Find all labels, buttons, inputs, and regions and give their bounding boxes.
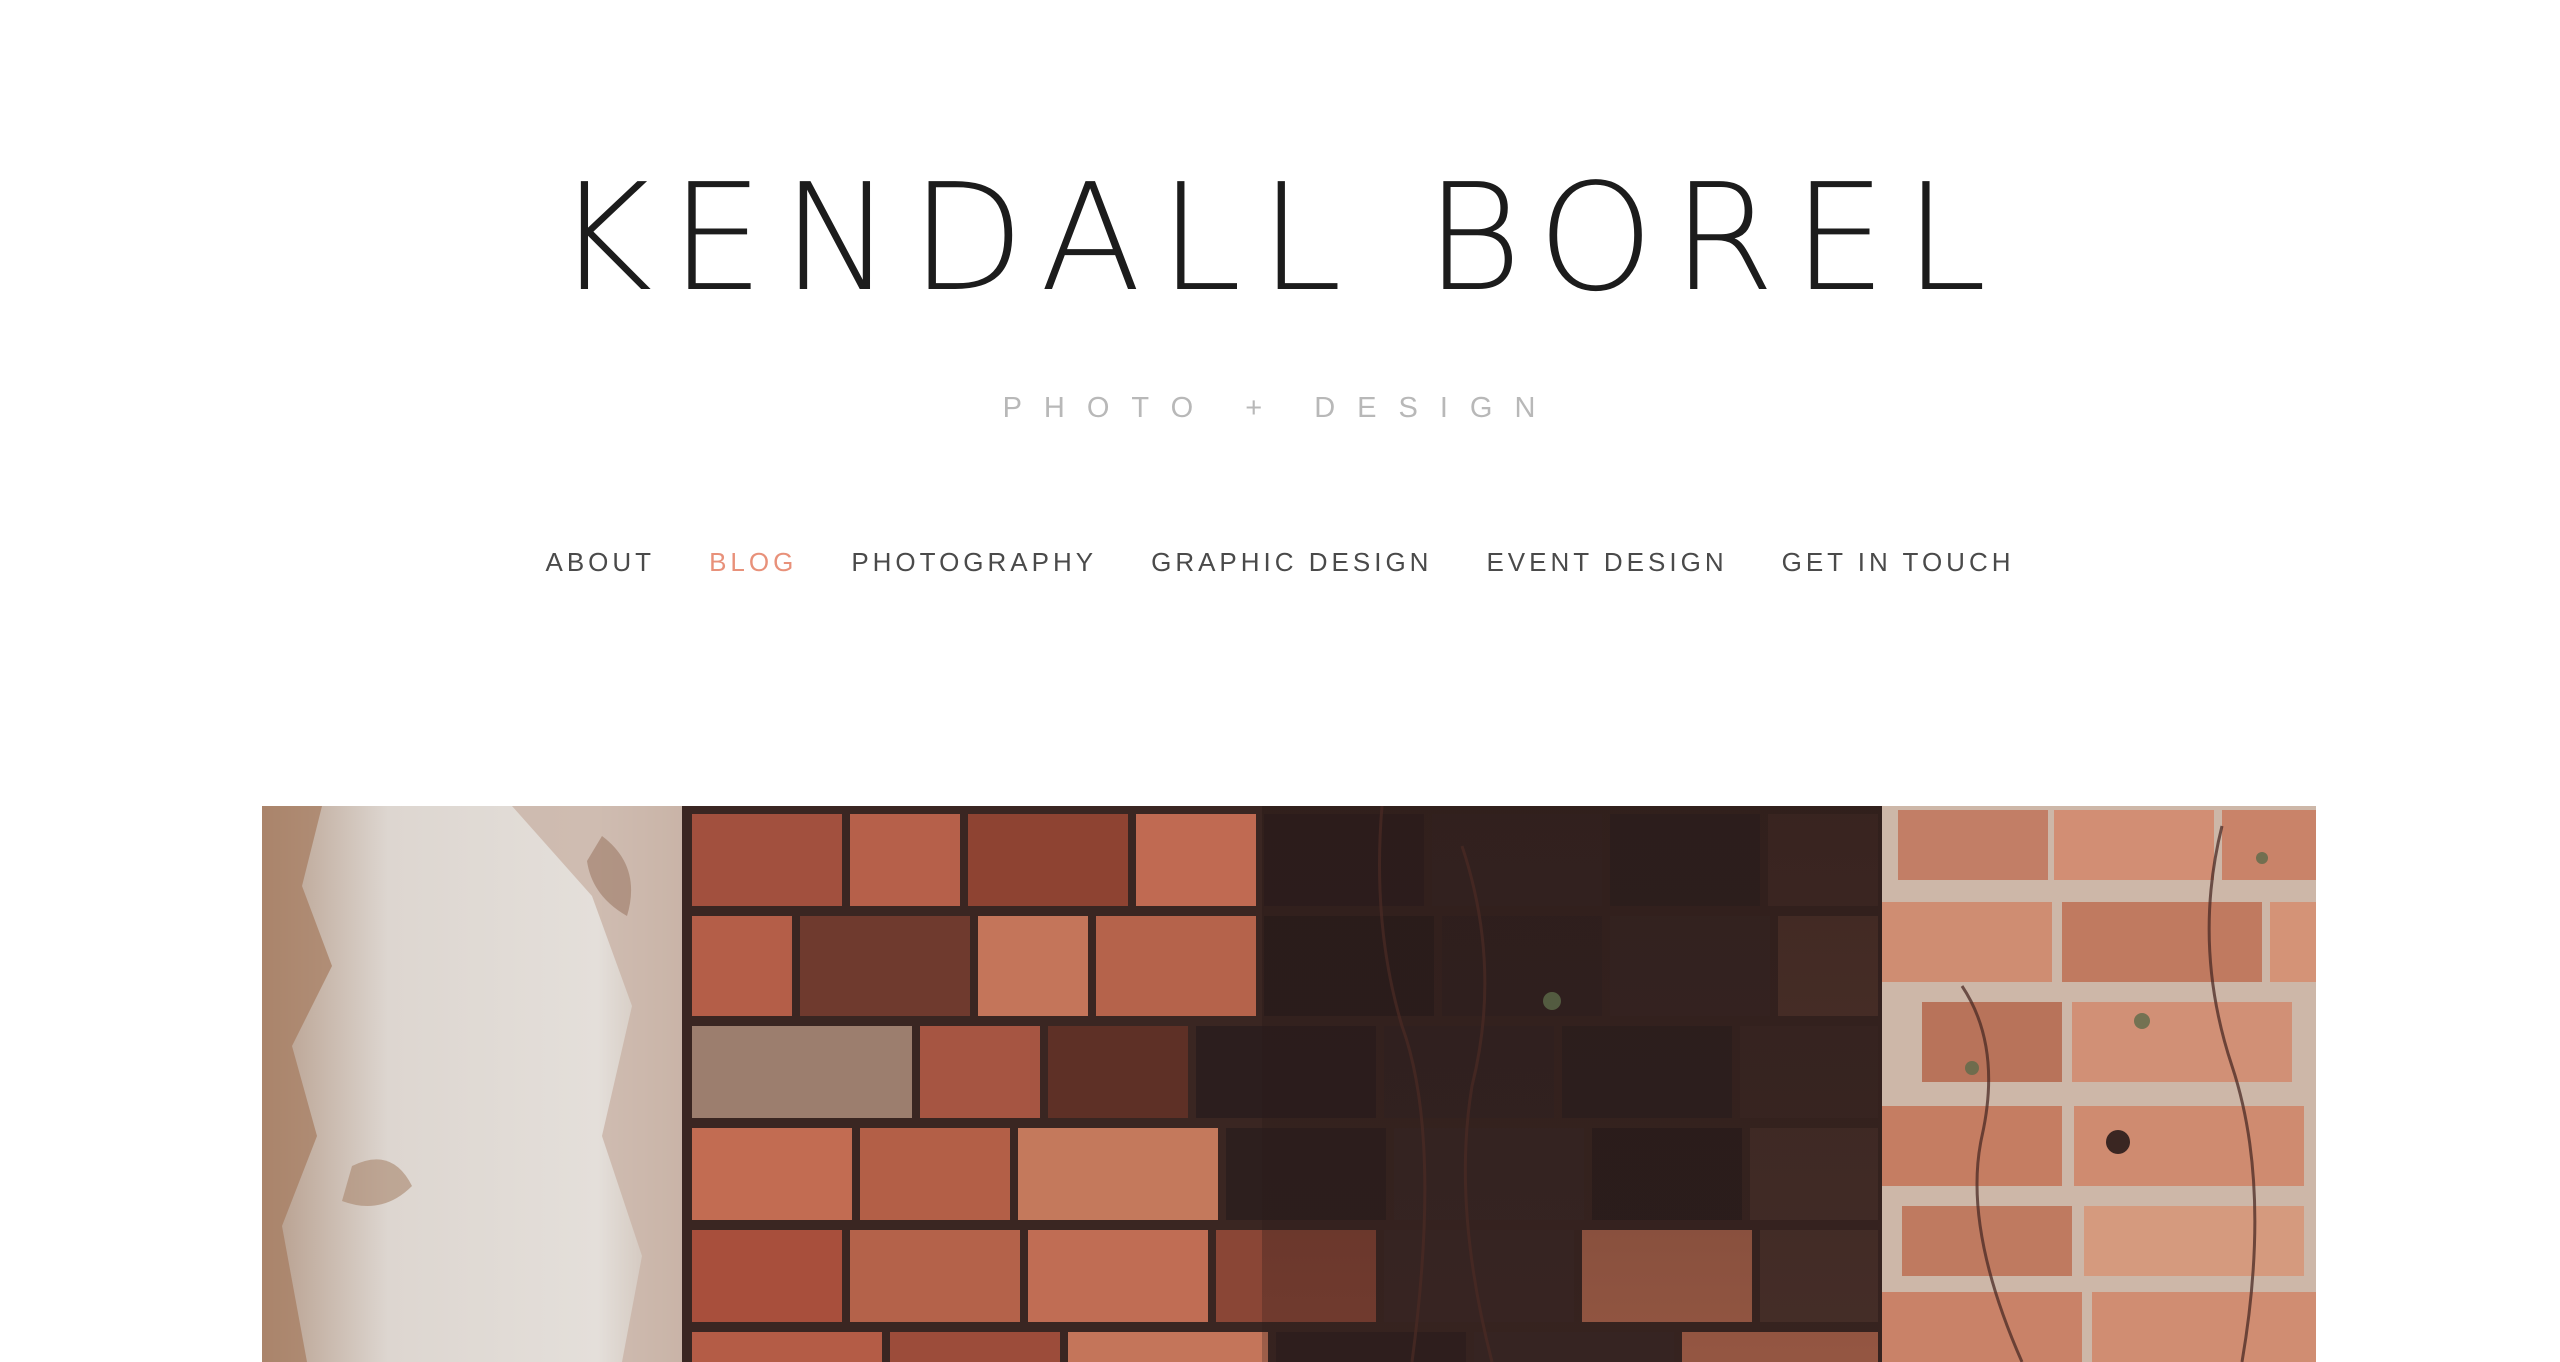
site-tagline: PHOTO + DESIGN bbox=[1002, 392, 1558, 424]
nav-item-about[interactable]: ABOUT bbox=[545, 542, 655, 582]
nav-item-photography[interactable]: PHOTOGRAPHY bbox=[851, 542, 1097, 582]
main-navigation: ABOUT BLOG PHOTOGRAPHY GRAPHIC DESIGN EV… bbox=[0, 542, 2560, 582]
nav-item-graphic-design[interactable]: GRAPHIC DESIGN bbox=[1151, 542, 1432, 582]
nav-item-event-design[interactable]: EVENT DESIGN bbox=[1486, 542, 1727, 582]
site-title[interactable]: KENDALL BOREL bbox=[0, 148, 2560, 328]
hero-image[interactable] bbox=[262, 806, 2316, 1362]
page: KENDALL BOREL PHOTO + DESIGN ABOUT BLOG … bbox=[0, 0, 2560, 1362]
nav-item-get-in-touch[interactable]: GET IN TOUCH bbox=[1782, 542, 2015, 582]
brick-wall-photo bbox=[262, 806, 2316, 1362]
nav-item-blog[interactable]: BLOG bbox=[709, 542, 797, 582]
